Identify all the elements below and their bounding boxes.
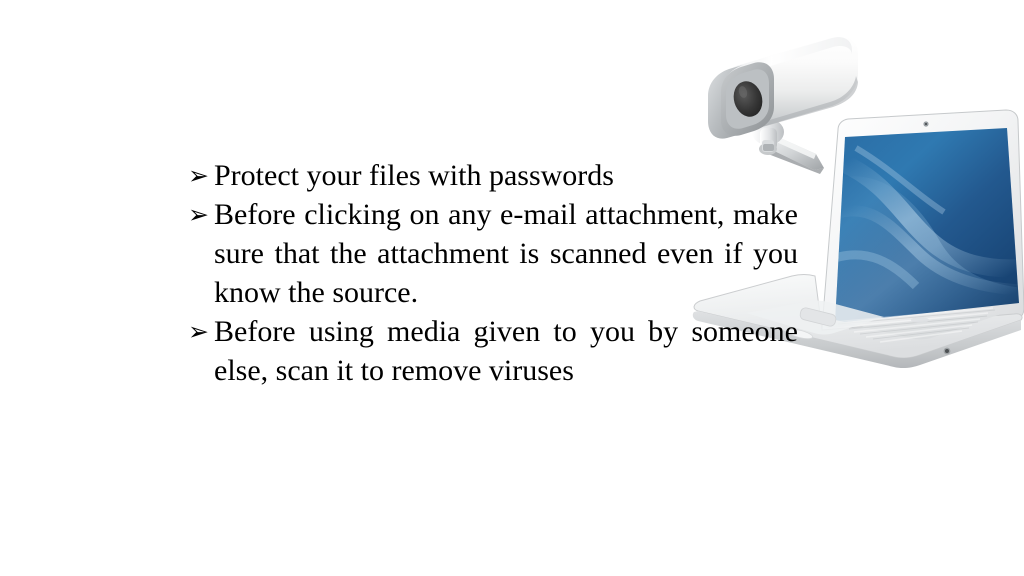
- list-item-text: Protect your files with passwords: [214, 159, 614, 192]
- bullet-arrow-icon: ➢: [188, 202, 209, 229]
- bullet-arrow-icon: ➢: [188, 163, 209, 190]
- list-item: ➢ Protect your files with passwords: [188, 156, 798, 195]
- list-item: ➢ Before using media given to you by som…: [188, 312, 798, 390]
- bullet-list: ➢ Protect your files with passwords ➢ Be…: [188, 156, 798, 390]
- slide-canvas: ➢ Protect your files with passwords ➢ Be…: [0, 0, 1024, 576]
- list-item-text: Before using media given to you by someo…: [214, 315, 798, 387]
- laptop-lid: [821, 109, 1024, 339]
- list-item: ➢ Before clicking on any e-mail attachme…: [188, 195, 798, 312]
- bullet-arrow-icon: ➢: [188, 319, 209, 346]
- list-item-text: Before clicking on any e-mail attachment…: [214, 198, 798, 309]
